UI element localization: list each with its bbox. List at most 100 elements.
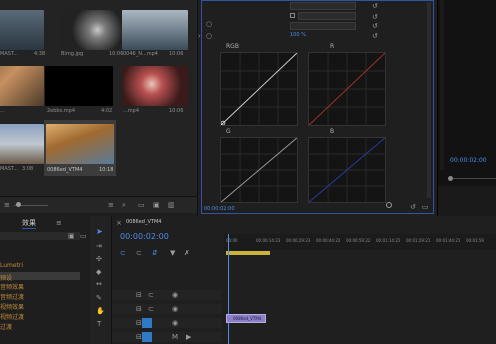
ripple-edit-icon[interactable]: ✣	[96, 255, 102, 263]
linked-icon[interactable]: ⊂	[136, 249, 142, 257]
razor-tool-icon[interactable]: ◆	[96, 268, 101, 276]
sync-icon[interactable]: ⊂	[148, 305, 154, 313]
project-thumbnail[interactable]	[60, 10, 128, 50]
expand-icon[interactable]: ▭	[422, 203, 429, 211]
project-thumbnail[interactable]	[46, 124, 114, 164]
sequence-tab[interactable]: 0086ed_VTM4	[126, 219, 161, 225]
track-select-icon[interactable]: ⇥	[96, 242, 102, 250]
effect-item[interactable]: 视频过渡	[0, 312, 24, 321]
video-track-target[interactable]	[142, 318, 152, 328]
blue-curve-graph[interactable]	[308, 137, 386, 203]
project-thumbnail[interactable]	[122, 10, 188, 50]
effect-item[interactable]: Lumetri	[0, 262, 23, 269]
program-divider	[438, 186, 496, 216]
close-tab-icon[interactable]: ×	[116, 219, 122, 227]
panel-menu-icon[interactable]: ≡	[56, 219, 62, 227]
ruler-tick: 00:01:29:21	[406, 238, 431, 243]
fx-scrollbar[interactable]	[427, 2, 431, 198]
effect-item[interactable]: 音频效果	[0, 282, 24, 291]
selection-tool-icon[interactable]: ➤	[96, 228, 103, 236]
dropdown-1[interactable]	[290, 2, 356, 10]
checkbox[interactable]	[290, 13, 295, 18]
eye-icon[interactable]: ◉	[172, 305, 178, 313]
project-item-label: ...mp4 10:06	[123, 108, 184, 114]
mute-icon[interactable]: M	[172, 333, 178, 341]
list-view-icon[interactable]: ≡	[4, 201, 10, 209]
lock-icon[interactable]: ⊟	[136, 333, 142, 341]
reset-icon[interactable]: ↺	[372, 32, 378, 40]
work-area-bar[interactable]	[226, 251, 270, 255]
scroll-icon[interactable]: ↺	[410, 203, 416, 211]
hand-tool-icon[interactable]: ✋	[96, 307, 105, 315]
zoom-handle[interactable]	[16, 202, 21, 207]
eye-icon[interactable]: ◉	[172, 291, 178, 299]
playhead[interactable]	[228, 234, 229, 344]
marker-icon[interactable]: ⇵	[152, 249, 158, 257]
project-item-label: 2ebbs.mp4 4:02	[47, 108, 113, 114]
program-playhead-bar[interactable]	[450, 178, 496, 179]
track-header: ⊟ ⊂ ◉	[112, 304, 222, 314]
graph-label-blue: B	[330, 128, 335, 135]
new-folder-icon[interactable]: ▣	[68, 232, 75, 240]
bin-icon[interactable]: ▭	[138, 201, 145, 209]
master-curve-graph[interactable]	[220, 52, 298, 126]
effect-timecode[interactable]: 00:00:02:00	[204, 206, 235, 212]
ruler-tick: 00:00:29:23	[286, 238, 311, 243]
reset-icon[interactable]: ↺	[372, 13, 378, 21]
video-clip[interactable]: 0086ed_VTM4	[226, 314, 266, 323]
sync-icon[interactable]: ⊂	[148, 291, 154, 299]
effect-item[interactable]: 视频效果	[0, 302, 24, 311]
effect-item[interactable]: 音频过渡	[0, 292, 24, 301]
solo-icon[interactable]: ▶	[186, 333, 191, 341]
slip-tool-icon[interactable]: ↔	[96, 280, 102, 288]
lock-icon[interactable]: ⊟	[136, 305, 142, 313]
lock-icon[interactable]: ⊟	[136, 291, 142, 299]
program-timecode[interactable]: 00:00:02:00	[450, 157, 487, 164]
project-thumbnail[interactable]	[0, 10, 44, 50]
green-curve-graph[interactable]	[220, 137, 298, 203]
program-scrollbar[interactable]	[440, 0, 444, 170]
effect-item[interactable]: 过渡	[0, 322, 12, 331]
wrench-icon[interactable]: ✗	[184, 249, 190, 257]
type-tool-icon[interactable]: T	[97, 320, 101, 328]
track-header: ⊟ M ▶	[112, 332, 222, 342]
red-curve-graph[interactable]	[308, 52, 386, 126]
program-monitor: 00:00:02:00	[437, 0, 496, 216]
project-item-label: Bimg.jpg 10:06	[61, 51, 124, 57]
graph-label-green: G	[226, 128, 231, 135]
dropdown-3[interactable]	[290, 22, 356, 30]
trash-icon[interactable]: ▥	[168, 201, 175, 209]
folder-icon[interactable]: ▭	[80, 232, 87, 240]
reset-icon[interactable]: ↺	[372, 22, 378, 30]
effects-panel: 效果 ≡ ▣ ▭ Lumetri 预设 音频效果 音频过渡 视频效果 视频过渡 …	[0, 216, 90, 344]
project-thumbnail[interactable]	[45, 66, 113, 106]
project-thumbnail[interactable]	[0, 66, 44, 106]
playhead-slider[interactable]	[386, 202, 392, 208]
effects-tab[interactable]: 效果	[22, 218, 36, 229]
sort-icon[interactable]: ≡	[108, 201, 114, 209]
expand-arrow-icon[interactable]: ›	[198, 32, 201, 40]
snap-icon[interactable]: ⊂	[120, 249, 126, 257]
effect-item[interactable]: 预设	[0, 273, 12, 282]
add-marker-icon[interactable]: ▼	[170, 249, 175, 257]
timeline-timecode[interactable]: 00:00:02:00	[120, 232, 169, 241]
project-item-label: MAST... 4:38	[0, 51, 46, 57]
reset-icon[interactable]: ↺	[372, 2, 378, 10]
video-clip-label: 0086ed_VTM4	[233, 316, 262, 321]
eye-icon[interactable]: ◉	[172, 319, 178, 327]
audio-track-target[interactable]	[142, 332, 152, 342]
pen-tool-icon[interactable]: ✎	[96, 294, 102, 302]
project-item-label: MAST... 3:08	[0, 166, 34, 172]
radio-icon[interactable]: ○	[206, 20, 212, 28]
percent-value[interactable]: 100 %	[290, 32, 306, 38]
track-header: ⊟ ⊂ ◉	[112, 290, 222, 300]
search-icon[interactable]: ⌕	[122, 201, 126, 209]
program-playhead[interactable]	[448, 176, 453, 181]
ruler-tick: 00:00:44:22	[316, 238, 341, 243]
radio-icon[interactable]: ○	[206, 32, 212, 40]
lock-icon[interactable]: ⊟	[136, 319, 142, 327]
project-thumbnail[interactable]	[0, 124, 44, 164]
project-thumbnail[interactable]	[122, 66, 188, 106]
dropdown-2[interactable]	[298, 12, 356, 20]
new-item-icon[interactable]: ▣	[153, 201, 160, 209]
